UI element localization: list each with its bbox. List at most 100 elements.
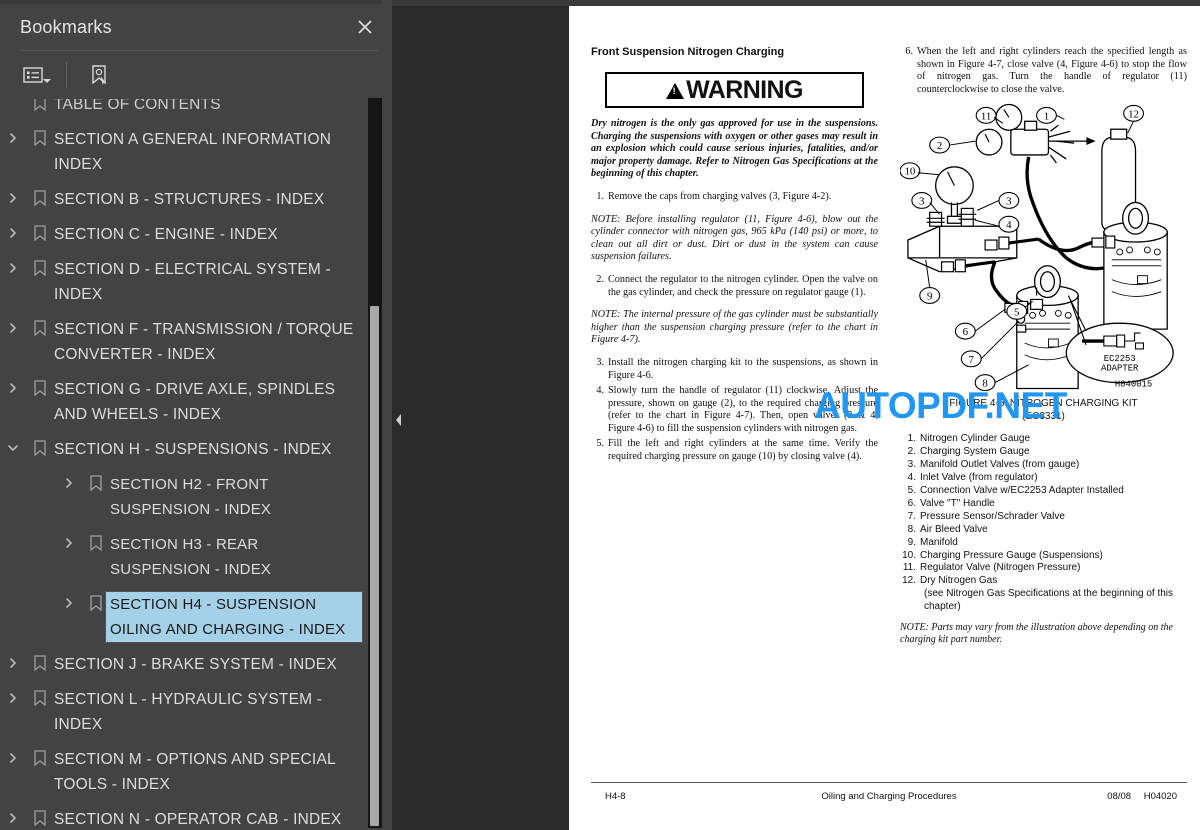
step-number: 1. <box>596 190 604 202</box>
bookmark-item[interactable]: SECTION D - ELECTRICAL SYSTEM - INDEX <box>0 252 368 312</box>
bookmark-item[interactable]: SECTION H3 - REAR SUSPENSION - INDEX <box>0 527 368 587</box>
step-number: 2. <box>596 273 604 285</box>
bookmark-row[interactable]: SECTION A GENERAL INFORMATION INDEX <box>0 122 368 182</box>
bookmarks-tree-scroll-area[interactable]: TABLE OF CONTENTS SECTION A GENERAL INFOR… <box>0 99 392 830</box>
bookmark-icon <box>26 99 54 114</box>
panel-title: Bookmarks <box>20 16 112 37</box>
chevron-right-icon[interactable] <box>0 687 26 709</box>
step-text: Fill the left and right cylinders at the… <box>608 438 878 463</box>
figure-parts-list: 1. Nitrogen Cylinder Gauge 2. Charging Syst… <box>900 433 1187 613</box>
chevron-down-icon[interactable] <box>0 437 26 459</box>
chevron-right-icon[interactable] <box>0 127 26 149</box>
svg-text:4: 4 <box>1006 220 1012 232</box>
bookmark-row[interactable]: SECTION G - DRIVE AXLE, SPINDLES AND WHE… <box>0 372 368 432</box>
bookmark-item[interactable]: SECTION L - HYDRAULIC SYSTEM - INDEX <box>0 682 368 742</box>
part-name: Valve "T" Handle <box>920 497 995 509</box>
chevron-right-icon[interactable] <box>0 807 26 829</box>
bookmark-item[interactable]: SECTION G - DRIVE AXLE, SPINDLES AND WHE… <box>0 372 368 432</box>
bookmark-row[interactable]: SECTION D - ELECTRICAL SYSTEM - INDEX <box>0 252 368 312</box>
part-number: 6. <box>907 497 916 509</box>
bookmark-item[interactable]: SECTION N - OPERATOR CAB - INDEX <box>0 802 368 830</box>
bookmark-item[interactable]: TABLE OF CONTENTS <box>0 99 368 122</box>
svg-text:7: 7 <box>969 354 975 366</box>
bookmark-label: SECTION H4 - SUSPENSION OILING AND CHARG… <box>105 591 363 643</box>
bookmark-row[interactable]: SECTION F - TRANSMISSION / TORQUE CONVER… <box>0 312 368 372</box>
footer-divider <box>591 782 1187 783</box>
adapter-label-line2: ADAPTER <box>1101 364 1139 374</box>
bookmark-row[interactable]: SECTION L - HYDRAULIC SYSTEM - INDEX <box>0 682 368 742</box>
bookmark-row[interactable]: SECTION J - BRAKE SYSTEM - INDEX <box>0 647 368 682</box>
bookmark-icon <box>26 807 54 829</box>
chevron-right-icon[interactable] <box>0 317 26 339</box>
figure-4-6: EC2253 ADAPTER H040015 1 11 2 12 10 3 3 … <box>900 100 1187 647</box>
bookmark-item[interactable]: SECTION H4 - SUSPENSION OILING AND CHARG… <box>0 587 368 647</box>
bookmark-row[interactable]: TABLE OF CONTENTS <box>0 99 368 122</box>
bookmark-icon <box>26 747 54 769</box>
bookmarks-panel-header: Bookmarks <box>0 4 392 50</box>
warning-banner: WARNING <box>605 72 864 108</box>
bookmark-item[interactable]: SECTION F - TRANSMISSION / TORQUE CONVER… <box>0 312 368 372</box>
pdf-reader-window: Bookmarks TABLE OF CONTENTS SECTION A GE… <box>0 0 1200 830</box>
chevron-right-icon[interactable] <box>0 652 26 674</box>
bookmark-row[interactable]: SECTION B - STRUCTURES - INDEX <box>0 182 368 217</box>
part-list-item: 5. Connection Valve w/EC2253 Adapter Inst… <box>900 485 1187 497</box>
bookmark-label: SECTION H3 - REAR SUSPENSION - INDEX <box>110 536 272 578</box>
procedure-step: 1. Remove the caps from charging valves (… <box>591 191 878 204</box>
bookmark-item[interactable]: SECTION M - OPTIONS AND SPECIAL TOOLS - … <box>0 742 368 802</box>
svg-text:11: 11 <box>981 111 991 123</box>
svg-text:8: 8 <box>982 378 988 390</box>
chevron-right-icon[interactable] <box>56 592 82 614</box>
new-bookmark-icon[interactable] <box>79 58 119 92</box>
step-text: Install the nitrogen charging kit to the… <box>608 356 878 381</box>
bookmark-icon <box>26 222 54 244</box>
bookmark-item[interactable]: SECTION H2 - FRONT SUSPENSION - INDEX <box>0 467 368 527</box>
bookmarks-toolbar <box>0 51 392 99</box>
chevron-right-icon[interactable] <box>56 532 82 554</box>
part-name: Dry Nitrogen Gas <box>920 575 998 587</box>
procedure-step: 3. Install the nitrogen charging kit to t… <box>591 357 878 382</box>
bookmark-item[interactable]: SECTION C - ENGINE - INDEX <box>0 217 368 252</box>
bookmark-label: SECTION G - DRIVE AXLE, SPINDLES AND WHE… <box>54 381 336 423</box>
sidebar-right-edge <box>382 0 392 830</box>
bookmark-item[interactable]: SECTION H - SUSPENSIONS - INDEX <box>0 432 368 467</box>
bookmark-row[interactable]: SECTION H4 - SUSPENSION OILING AND CHARG… <box>56 587 368 647</box>
chevron-right-icon[interactable] <box>0 377 26 399</box>
step-text: When the left and right cylinders reach … <box>917 46 1187 95</box>
bookmark-row[interactable]: SECTION H3 - REAR SUSPENSION - INDEX <box>56 527 368 587</box>
step-number: 5. <box>596 438 604 450</box>
bookmark-options-list-icon[interactable] <box>14 58 54 92</box>
bookmark-row[interactable]: SECTION H2 - FRONT SUSPENSION - INDEX <box>56 467 368 527</box>
part-list-item: 9. Manifold <box>900 537 1187 549</box>
part-name: Charging System Gauge <box>920 446 1030 458</box>
bookmark-icon <box>26 187 54 209</box>
bookmark-row[interactable]: SECTION N - OPERATOR CAB - INDEX <box>0 802 368 830</box>
bookmark-label: SECTION F - TRANSMISSION / TORQUE CONVER… <box>54 321 354 363</box>
part-list-item: 1. Nitrogen Cylinder Gauge <box>900 433 1187 445</box>
figure-caption-line1: FIGURE 4-6. NITROGEN CHARGING KIT <box>949 398 1138 410</box>
figure-art-id: H040015 <box>1115 380 1152 390</box>
chevron-right-icon[interactable] <box>0 187 26 209</box>
part-name: Nitrogen Cylinder Gauge <box>920 433 1031 445</box>
pdf-page: Front Suspension Nitrogen Charging WARNI… <box>569 6 1200 830</box>
bookmark-item[interactable]: SECTION J - BRAKE SYSTEM - INDEX <box>0 647 368 682</box>
bookmark-icon <box>26 437 54 459</box>
footer-codes: 08/08 H04020 <box>1037 791 1187 802</box>
chevron-right-icon[interactable] <box>0 222 26 244</box>
svg-text:6: 6 <box>963 326 969 338</box>
close-icon[interactable] <box>352 14 378 40</box>
bookmark-item[interactable]: SECTION B - STRUCTURES - INDEX <box>0 182 368 217</box>
bookmark-row[interactable]: SECTION C - ENGINE - INDEX <box>0 217 368 252</box>
chevron-right-icon[interactable] <box>0 257 26 279</box>
page-right-column: 6. When the left and right cylinders reac… <box>900 46 1187 647</box>
chevron-right-icon[interactable] <box>0 747 26 769</box>
bookmark-item[interactable]: SECTION A GENERAL INFORMATION INDEX <box>0 122 368 182</box>
sidebar-scrollbar-thumb[interactable] <box>370 306 379 826</box>
bookmark-icon <box>82 472 110 494</box>
bookmark-icon <box>26 652 54 674</box>
collapse-panel-arrow-icon[interactable] <box>392 405 406 435</box>
bookmark-row[interactable]: SECTION H - SUSPENSIONS - INDEX <box>0 432 368 467</box>
sidebar-scrollbar[interactable] <box>368 98 382 828</box>
bookmark-row[interactable]: SECTION M - OPTIONS AND SPECIAL TOOLS - … <box>0 742 368 802</box>
chevron-right-icon[interactable] <box>56 472 82 494</box>
bookmark-icon <box>26 127 54 149</box>
